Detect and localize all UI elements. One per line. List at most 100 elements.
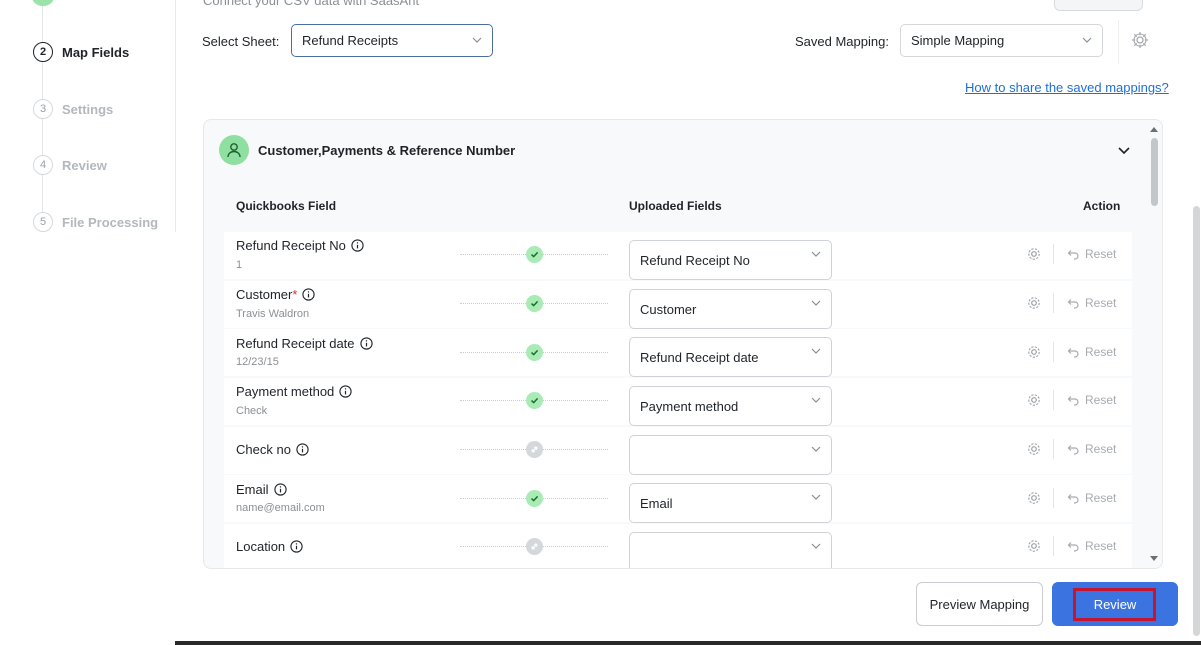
saved-mapping-select[interactable]: Simple Mapping: [900, 24, 1103, 57]
action-divider: [1053, 244, 1054, 264]
action-divider: [1053, 439, 1054, 459]
field-name: Check no: [236, 442, 309, 457]
step-number: 3: [33, 99, 53, 119]
wizard-stepper: 2 Map Fields 3 Settings 4 Review 5 File …: [0, 0, 176, 232]
uploaded-field-select[interactable]: Customer: [629, 289, 832, 329]
gear-icon[interactable]: [1130, 30, 1150, 50]
gear-icon[interactable]: [1026, 441, 1042, 457]
reset-button[interactable]: Reset: [1067, 442, 1116, 456]
chevron-down-icon: [811, 397, 821, 403]
action-divider: [1053, 342, 1054, 362]
step-number: 5: [33, 212, 53, 232]
column-header-action: Action: [1083, 199, 1121, 213]
user-icon: [219, 135, 249, 165]
chevron-down-icon: [811, 300, 821, 306]
step-label: Map Fields: [62, 44, 130, 60]
gear-icon[interactable]: [1026, 295, 1042, 311]
uploaded-field-select[interactable]: Refund Receipt date: [629, 337, 832, 377]
chevron-down-icon: [472, 37, 482, 43]
check-circle-icon: [526, 392, 543, 409]
section-scrollbar-thumb[interactable]: [1151, 138, 1158, 206]
field-name: Refund Receipt No: [236, 238, 364, 253]
saved-mapping-label: Saved Mapping:: [795, 34, 889, 49]
preview-mapping-button[interactable]: Preview Mapping: [916, 582, 1043, 626]
saved-mapping-value: Simple Mapping: [911, 33, 1005, 48]
page-scrollbar-thumb[interactable]: [1193, 206, 1200, 636]
uploaded-field-select[interactable]: [629, 532, 832, 568]
select-sheet-label: Select Sheet:: [202, 34, 280, 49]
undo-icon: [1067, 395, 1079, 406]
uploaded-field-value: Email: [640, 495, 673, 511]
chevron-down-icon[interactable]: [1116, 142, 1132, 158]
chevron-down-icon: [811, 348, 821, 354]
scroll-down-arrow-icon[interactable]: [1149, 555, 1159, 563]
field-sample: 12/23/15: [236, 356, 279, 368]
step-number: 2: [33, 42, 53, 62]
column-header-uploaded: Uploaded Fields: [629, 199, 722, 213]
table-row: Refund Receipt No 1 Refund Receipt No Re…: [224, 232, 1132, 280]
step-label: Settings: [62, 101, 114, 117]
gear-icon[interactable]: [1026, 538, 1042, 554]
uploaded-field-value: Customer: [640, 301, 697, 317]
uploaded-field-select[interactable]: [629, 435, 832, 475]
top-action-button[interactable]: [1054, 0, 1143, 11]
info-icon[interactable]: [290, 540, 303, 553]
step-label: File Processing: [62, 214, 159, 230]
check-circle-icon: [526, 295, 543, 312]
field-sample: Travis Waldron: [236, 308, 310, 320]
reset-button[interactable]: Reset: [1067, 539, 1116, 553]
mapping-section-card: Customer,Payments & Reference Number Qui…: [203, 119, 1163, 569]
undo-icon: [1067, 347, 1079, 358]
link-icon: [526, 538, 543, 555]
info-icon[interactable]: [296, 443, 309, 456]
undo-icon: [1067, 298, 1079, 309]
uploaded-field-select[interactable]: Email: [629, 483, 832, 523]
sheet-select[interactable]: Refund Receipts: [291, 24, 493, 57]
chevron-down-icon: [811, 543, 821, 549]
reset-button[interactable]: Reset: [1067, 393, 1116, 407]
info-icon[interactable]: [302, 288, 316, 301]
chevron-down-icon: [811, 446, 821, 452]
toolbar-divider: [1118, 20, 1119, 64]
reset-button[interactable]: Reset: [1067, 491, 1116, 505]
gear-icon[interactable]: [1026, 392, 1042, 408]
reset-button[interactable]: Reset: [1067, 345, 1116, 359]
field-sample: name@email.com: [236, 502, 325, 514]
action-divider: [1053, 536, 1054, 556]
gear-icon[interactable]: [1026, 246, 1042, 262]
completed-step-indicator: [32, 0, 54, 6]
undo-icon: [1067, 493, 1079, 504]
step-review[interactable]: 4 Review: [33, 155, 107, 175]
app-root: 2 Map Fields 3 Settings 4 Review 5 File …: [0, 0, 1201, 645]
reset-button[interactable]: Reset: [1067, 296, 1116, 310]
field-sample: Check: [236, 405, 268, 417]
gear-icon[interactable]: [1026, 344, 1042, 360]
table-row: Customer * Travis Waldron Customer Reset: [224, 281, 1132, 329]
column-header-quickbooks: Quickbooks Field: [236, 199, 337, 213]
table-row: Email name@email.com Email Reset: [224, 475, 1132, 523]
info-icon[interactable]: [339, 385, 352, 398]
info-icon[interactable]: [273, 483, 287, 496]
action-divider: [1053, 488, 1054, 508]
undo-icon: [1067, 444, 1079, 455]
share-mappings-link[interactable]: How to share the saved mappings?: [965, 80, 1169, 95]
table-row: Check no Reset: [224, 427, 1132, 475]
scroll-up-arrow-icon[interactable]: [1149, 125, 1159, 133]
field-sample: 1: [236, 259, 243, 271]
check-circle-icon: [526, 490, 543, 507]
step-file-processing[interactable]: 5 File Processing: [33, 212, 158, 232]
reset-button[interactable]: Reset: [1067, 247, 1116, 261]
gear-icon[interactable]: [1026, 490, 1042, 506]
field-name: Refund Receipt date: [236, 336, 373, 351]
step-settings[interactable]: 3 Settings: [33, 99, 113, 119]
required-marker: *: [292, 287, 298, 302]
sheet-select-value: Refund Receipts: [302, 33, 399, 48]
field-name: Customer *: [236, 287, 316, 302]
info-icon[interactable]: [359, 337, 373, 350]
chevron-down-icon: [811, 494, 821, 500]
step-map-fields[interactable]: 2 Map Fields: [33, 42, 129, 62]
info-icon[interactable]: [351, 239, 364, 252]
chevron-down-icon: [811, 251, 821, 257]
uploaded-field-select[interactable]: Payment method: [629, 386, 832, 426]
uploaded-field-select[interactable]: Refund Receipt No: [629, 240, 832, 280]
